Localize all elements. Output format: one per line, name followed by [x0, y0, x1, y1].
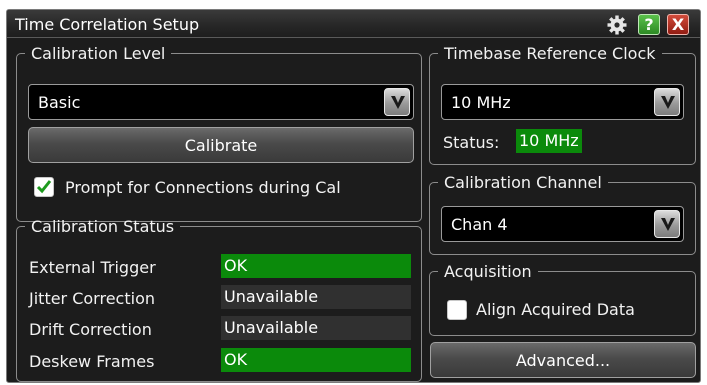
time-correlation-dialog: Time Correlation Setup ? X Calibration L…	[6, 9, 701, 383]
calibration-level-legend: Calibration Level	[31, 44, 166, 63]
chevron-down-icon[interactable]	[654, 210, 680, 238]
checkmark-icon	[36, 180, 52, 194]
calibration-status-legend: Calibration Status	[31, 217, 175, 236]
calibration-level-value: Basic	[38, 93, 81, 112]
calibrate-label: Calibrate	[184, 135, 258, 155]
help-glyph: ?	[644, 15, 654, 34]
title-bar: Time Correlation Setup ? X	[7, 10, 700, 38]
external-trigger-status: OK	[221, 254, 411, 278]
external-trigger-label: External Trigger	[29, 258, 156, 277]
timebase-status-label: Status:	[443, 133, 500, 152]
advanced-button[interactable]: Advanced...	[430, 342, 696, 378]
timebase-status-badge: 10 MHz	[516, 129, 582, 153]
timebase-reference-value: 10 MHz	[451, 93, 511, 112]
align-acquired-data-label: Align Acquired Data	[476, 300, 635, 319]
deskew-frames-label: Deskew Frames	[29, 352, 155, 371]
calibration-level-select[interactable]: Basic	[28, 84, 414, 120]
calibration-channel-select[interactable]: Chan 4	[441, 206, 684, 242]
chevron-down-icon[interactable]	[654, 88, 680, 116]
acquisition-legend: Acquisition	[444, 262, 532, 281]
jitter-correction-label: Jitter Correction	[29, 289, 155, 308]
timebase-reference-legend: Timebase Reference Clock	[444, 44, 656, 63]
advanced-label: Advanced...	[515, 350, 611, 370]
drift-correction-label: Drift Correction	[29, 320, 152, 339]
calibration-channel-value: Chan 4	[451, 215, 508, 234]
close-icon[interactable]: X	[667, 14, 689, 35]
close-glyph: X	[671, 15, 685, 34]
timebase-reference-select[interactable]: 10 MHz	[441, 84, 684, 120]
chevron-down-icon[interactable]	[384, 88, 410, 116]
jitter-correction-status: Unavailable	[221, 285, 411, 309]
calibrate-button[interactable]: Calibrate	[28, 127, 414, 163]
acquisition-group: Acquisition	[429, 262, 696, 336]
calibration-channel-legend: Calibration Channel	[444, 173, 602, 192]
dialog-title: Time Correlation Setup	[15, 15, 200, 34]
gear-icon[interactable]	[606, 14, 628, 35]
prompt-connections-label: Prompt for Connections during Cal	[65, 178, 341, 197]
align-acquired-data-checkbox[interactable]	[447, 300, 467, 320]
drift-correction-status: Unavailable	[221, 316, 411, 340]
deskew-frames-status: OK	[221, 348, 411, 372]
help-icon[interactable]: ?	[638, 14, 660, 35]
prompt-connections-checkbox[interactable]	[34, 177, 54, 197]
